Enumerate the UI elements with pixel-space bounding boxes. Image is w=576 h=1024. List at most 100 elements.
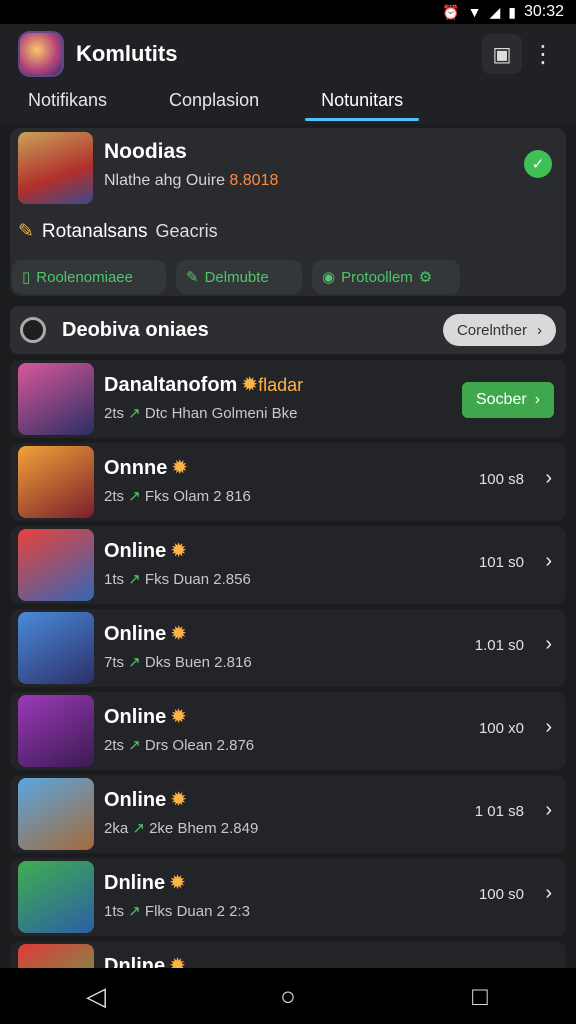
section-logo-icon (20, 317, 46, 343)
profile-line: ✎ Rotanalsans Geacris (18, 220, 218, 243)
app-bar: Komlutits ▣ ⋮ (0, 24, 576, 84)
verified-badge-icon: ✓ (524, 150, 552, 178)
wifi-icon: ▼ (467, 4, 482, 20)
chevron-right-icon: › (537, 321, 542, 339)
item-meta: 2ts ↗ Drs Olean 2.876 (104, 736, 254, 754)
game-thumbnail (18, 612, 94, 684)
status-time: 30:32 (523, 3, 564, 20)
chevron-right-icon[interactable]: › (545, 716, 552, 739)
sun-badge-icon: ✹ (241, 374, 259, 396)
status-bar: ⏰ ▼ ◢ ▮ 30:32 (0, 0, 576, 24)
item-tag: fladar (258, 375, 304, 395)
list-item[interactable]: Online ✹ 1ts ↗ Fks Duan 2.856 101 s0 › (10, 526, 566, 604)
trend-up-icon: ↗ (124, 903, 145, 920)
item-title-text: Dnline (104, 872, 166, 894)
trend-up-icon: ↗ (128, 820, 150, 837)
chevron-right-icon: › (534, 391, 541, 408)
item-meta-prefix: 2ka (104, 820, 129, 837)
item-count: 1.01 s0 (474, 637, 524, 654)
recents-button[interactable]: □ (450, 981, 510, 1012)
recents-icon: □ (472, 980, 488, 1011)
pencil-icon: ✎ (18, 221, 34, 242)
profile-card[interactable]: Noodias Nlathe ahg Ouire 8.8018 ✓ ✎ Rota… (10, 128, 566, 296)
item-title-text: Online (104, 789, 167, 811)
chevron-right-icon[interactable]: › (545, 882, 552, 905)
item-title: Online ✹ (104, 621, 187, 646)
sun-badge-icon: ✹ (169, 872, 186, 894)
tab-conplasion[interactable]: Conplasion (153, 84, 275, 124)
item-meta-prefix: 2ts (104, 737, 125, 754)
item-meta-prefix: 7ts (104, 654, 125, 671)
section-action-label: Corelnther (456, 321, 527, 339)
tab-bar: Notifikans Conplasion Notunitars (0, 84, 576, 124)
tab-notunitars[interactable]: Notunitars (305, 84, 420, 124)
item-meta: 1ts ↗ Flks Duan 2 2:3 (104, 902, 250, 920)
item-meta-prefix: 2ts (104, 405, 125, 422)
item-title: Online ✹ (104, 538, 187, 563)
section-action-button[interactable]: Corelnther › (442, 314, 556, 346)
item-meta-text: Fks Olam 2 816 (144, 488, 251, 505)
inbox-button[interactable]: ▣ (482, 34, 522, 74)
list-item[interactable]: Onnne ✹ 2ts ↗ Fks Olam 2 816 100 s8 › (10, 443, 566, 521)
home-button[interactable]: ○ (258, 981, 318, 1012)
more-options-button[interactable]: ⋮ (528, 34, 558, 74)
app-title: Komlutits (76, 41, 178, 66)
battery-icon: ▮ (508, 3, 516, 20)
item-count: 100 x0 (478, 720, 524, 737)
profile-line-right: Geacris (155, 221, 218, 241)
profile-line-left: Rotanalsans (41, 220, 148, 242)
chip-label: Delmubte (204, 268, 269, 286)
profile-subtitle: Nlathe ahg Ouire 8.8018 (104, 172, 278, 190)
sun-badge-icon: ✹ (170, 623, 187, 645)
doc-icon: ▯ (22, 269, 31, 286)
chip-delmubte[interactable]: ✎ Delmubte (176, 260, 302, 294)
item-cta-label: Socber (475, 391, 527, 408)
item-meta-text: Flks Duan 2 2:3 (144, 903, 250, 920)
chip-row: ▯ Roolenomiaee ✎ Delmubte ◉ Protoollem ⚙ (12, 260, 460, 294)
item-title: Danaltanofom ✹fladar (104, 372, 303, 397)
item-meta-prefix: 1ts (104, 903, 125, 920)
game-list: Danaltanofom ✹fladar 2ts ↗ Dtc Hhan Golmen… (10, 360, 566, 1024)
section-title: Deobiva oniaes (62, 318, 209, 341)
item-meta-text: Dtc Hhan Golmeni Bke (144, 405, 298, 422)
trend-up-icon: ↗ (124, 405, 145, 422)
item-title-text: Online (104, 706, 167, 728)
chevron-right-icon[interactable]: › (545, 550, 552, 573)
back-icon: ◁ (86, 980, 106, 1011)
item-cta-button[interactable]: Socber › (462, 382, 554, 418)
item-title: Onnne ✹ (104, 455, 188, 480)
gear-icon: ⚙ (418, 269, 433, 286)
profile-amount: 8.8018 (229, 172, 279, 189)
chip-protoollem[interactable]: ◉ Protoollem ⚙ (312, 260, 460, 294)
inbox-icon: ▣ (492, 43, 512, 66)
item-meta: 1ts ↗ Fks Duan 2.856 (104, 570, 251, 588)
back-button[interactable]: ◁ (66, 981, 126, 1012)
list-item[interactable]: Online ✹ 2ka ↗ 2ke Bhem 2.849 1 01 s8 › (10, 775, 566, 853)
list-item[interactable]: Online ✹ 7ts ↗ Dks Buen 2.816 1.01 s0 › (10, 609, 566, 687)
list-item[interactable]: Dnline ✹ 1ts ↗ Flks Duan 2 2:3 100 s0 › (10, 858, 566, 936)
check-circle-icon: ◉ (322, 269, 336, 286)
more-vert-icon: ⋮ (531, 40, 555, 68)
chip-label: Roolenomiaee (36, 268, 133, 286)
item-count: 1 01 s8 (474, 803, 524, 820)
item-count: 100 s0 (478, 886, 524, 903)
chevron-right-icon[interactable]: › (545, 633, 552, 656)
item-title-text: Onnne (104, 457, 168, 479)
item-meta: 2ka ↗ 2ke Bhem 2.849 (104, 819, 258, 837)
game-thumbnail (18, 363, 94, 435)
item-meta-text: Dks Buen 2.816 (144, 654, 252, 671)
chevron-right-icon[interactable]: › (545, 467, 552, 490)
chip-roolenomiaee[interactable]: ▯ Roolenomiaee (12, 260, 166, 294)
list-item[interactable]: Danaltanofom ✹fladar 2ts ↗ Dtc Hhan Golmen… (10, 360, 566, 438)
app-logo[interactable] (18, 31, 64, 77)
section-header: Deobiva oniaes Corelnther › (10, 306, 566, 354)
profile-subtitle-text: Nlathe ahg Ouire (104, 172, 225, 189)
list-item[interactable]: Online ✹ 2ts ↗ Drs Olean 2.876 100 x0 › (10, 692, 566, 770)
item-meta-prefix: 1ts (104, 571, 125, 588)
item-title-text: Danaltanofom (104, 374, 238, 396)
item-title-text: Online (104, 540, 167, 562)
tab-notifikans[interactable]: Notifikans (12, 84, 123, 124)
item-meta: 7ts ↗ Dks Buen 2.816 (104, 653, 252, 671)
chevron-right-icon[interactable]: › (545, 799, 552, 822)
edit-icon: ✎ (186, 269, 199, 286)
